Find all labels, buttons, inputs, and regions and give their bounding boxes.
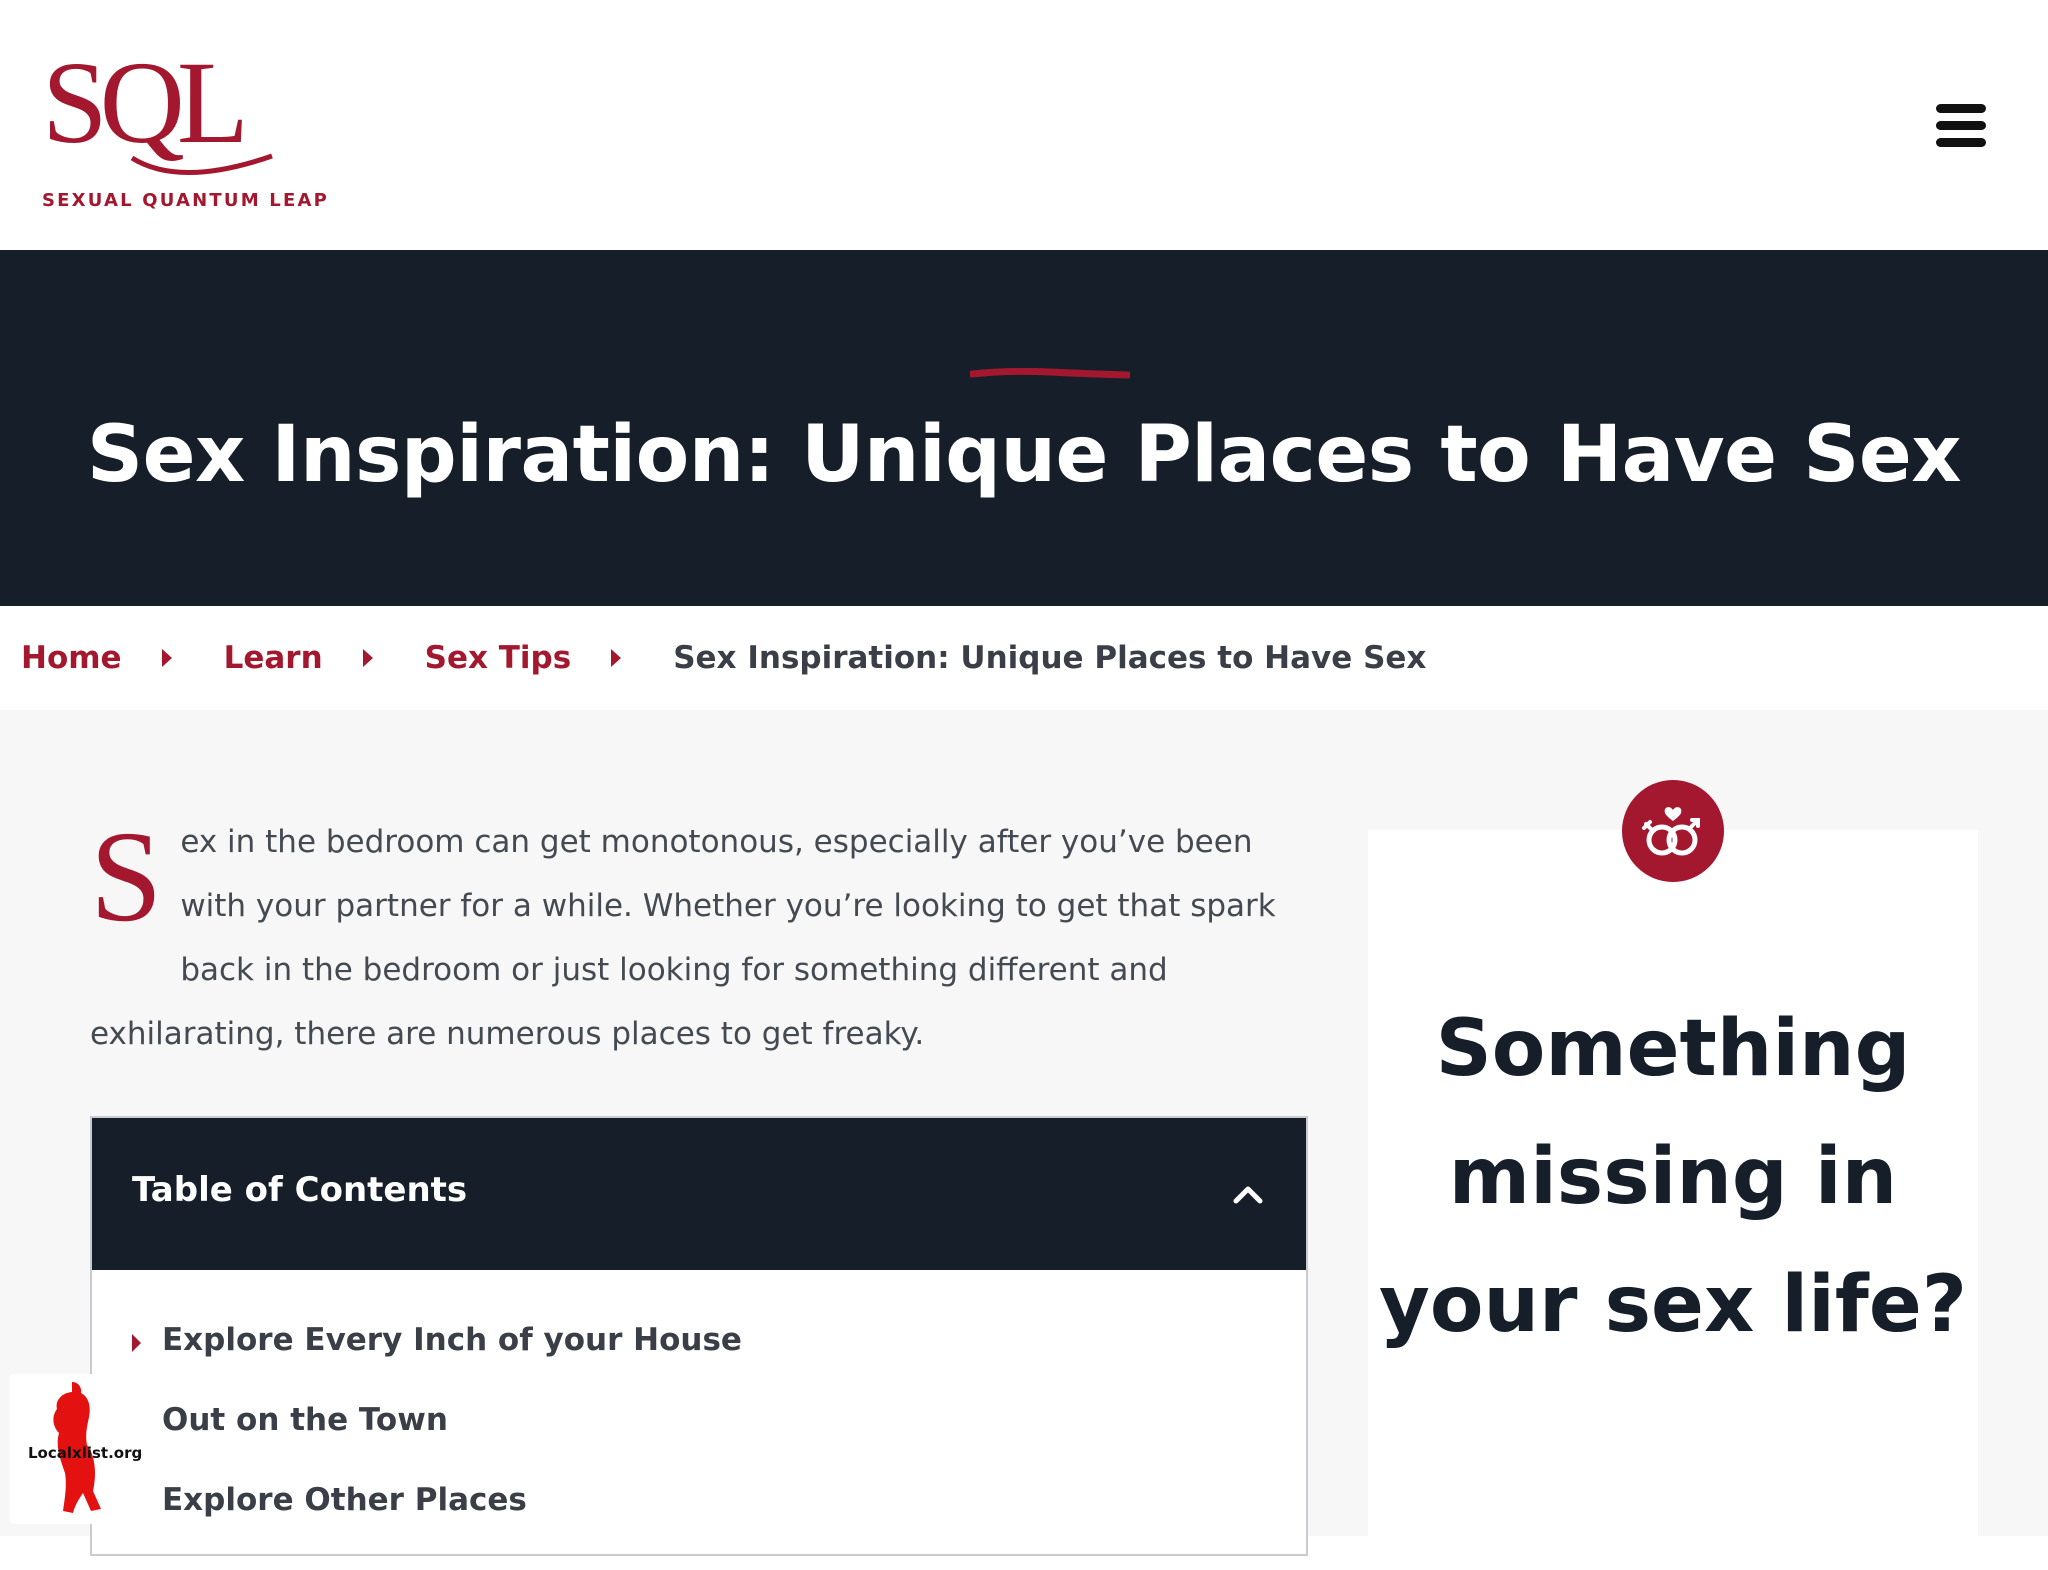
toc-item-explore-house[interactable]: Explore Every Inch of your House bbox=[162, 1322, 742, 1372]
site-logo[interactable]: SQL SEXUAL QUANTUM LEAP bbox=[40, 38, 327, 213]
breadcrumb: Home Learn Sex Tips Sex Inspiration: Uni… bbox=[0, 606, 2048, 710]
brush-stroke-accent bbox=[970, 368, 1130, 379]
chevron-up-icon[interactable] bbox=[1228, 1174, 1268, 1214]
site-header: SQL SEXUAL QUANTUM LEAP bbox=[0, 0, 2048, 250]
table-of-contents: Table of Contents Explore Every Inch of … bbox=[90, 1116, 1308, 1556]
logo-tagline: SEXUAL QUANTUM LEAP bbox=[42, 190, 329, 211]
watermark-text: Localxlist.org bbox=[28, 1444, 143, 1462]
breadcrumb-current: Sex Inspiration: Unique Places to Have S… bbox=[673, 640, 1427, 676]
toc-header[interactable]: Table of Contents bbox=[92, 1118, 1306, 1270]
toc-title: Table of Contents bbox=[132, 1170, 468, 1210]
toc-item-out-on-town[interactable]: Out on the Town bbox=[162, 1402, 448, 1452]
watermark: Localxlist.org bbox=[10, 1374, 143, 1524]
breadcrumb-learn-link[interactable]: Learn bbox=[224, 640, 323, 676]
article-intro: S ex in the bedroom can get monotonous, … bbox=[90, 810, 1300, 1066]
hamburger-icon-bar bbox=[1936, 121, 1986, 130]
page-title: Sex Inspiration: Unique Places to Have S… bbox=[86, 410, 1962, 500]
intro-text: ex in the bedroom can get monotonous, es… bbox=[90, 824, 1276, 1052]
caret-right-icon bbox=[611, 649, 622, 667]
breadcrumb-home-link[interactable]: Home bbox=[21, 640, 122, 676]
caret-right-icon bbox=[161, 649, 172, 667]
hamburger-icon bbox=[1936, 104, 1986, 113]
hamburger-menu-button[interactable] bbox=[1930, 100, 1992, 152]
breadcrumb-sex-tips-link[interactable]: Sex Tips bbox=[425, 640, 572, 676]
drop-cap: S bbox=[90, 805, 163, 949]
hamburger-icon-bar bbox=[1936, 138, 1986, 147]
logo-letters: SQL bbox=[42, 38, 242, 168]
linked-gender-rings-icon bbox=[1622, 780, 1724, 882]
promo-heading: Something missing in your sex life? bbox=[1379, 1004, 1967, 1350]
caret-right-icon bbox=[132, 1334, 141, 1352]
hero-banner: Sex Inspiration: Unique Places to Have S… bbox=[0, 250, 2048, 606]
sql-logo-mark: SQL bbox=[42, 38, 273, 175]
toc-item-other-places[interactable]: Explore Other Places bbox=[162, 1482, 527, 1532]
caret-right-icon bbox=[362, 649, 373, 667]
